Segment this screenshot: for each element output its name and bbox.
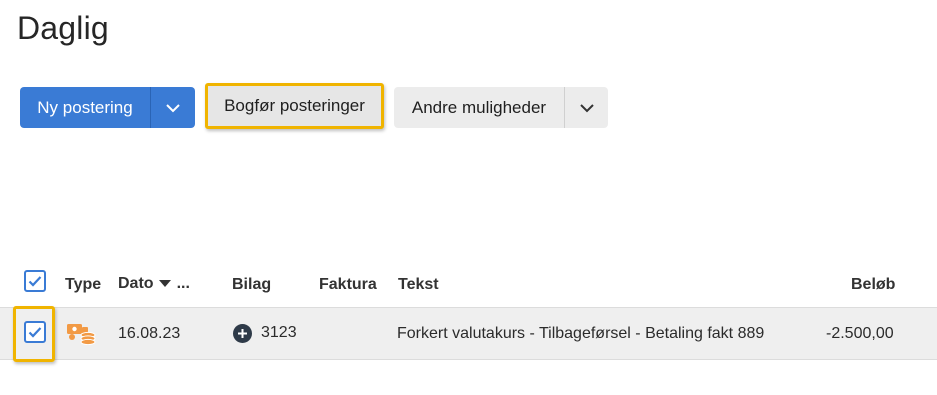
new-entry-split-button: Ny postering bbox=[20, 87, 195, 128]
expand-voucher-icon[interactable] bbox=[233, 324, 252, 343]
page-title: Daglig bbox=[17, 10, 109, 46]
column-header-date-more[interactable]: ... bbox=[177, 275, 190, 293]
currency-exchange-icon bbox=[67, 324, 96, 345]
chevron-down-icon bbox=[579, 103, 594, 112]
row-voucher-link[interactable]: 3123 bbox=[261, 324, 297, 342]
column-header-type[interactable]: Type bbox=[65, 276, 101, 294]
column-header-amount[interactable]: Beløb bbox=[851, 276, 895, 294]
row-amount: -2.500,00 bbox=[826, 325, 894, 342]
more-options-button[interactable]: Andre muligheder bbox=[394, 87, 564, 128]
column-header-invoice[interactable]: Faktura bbox=[319, 276, 377, 294]
column-header-text[interactable]: Tekst bbox=[398, 276, 439, 294]
post-entries-button[interactable]: Bogfør posteringer bbox=[205, 83, 384, 129]
chevron-down-icon bbox=[166, 103, 180, 112]
row-text: Forkert valutakurs - Tilbageførsel - Bet… bbox=[397, 325, 765, 342]
new-entry-dropdown-button[interactable] bbox=[151, 87, 195, 128]
new-entry-button[interactable]: Ny postering bbox=[20, 87, 150, 128]
row-date: 16.08.23 bbox=[118, 325, 181, 342]
more-options-split-button: Andre muligheder bbox=[394, 87, 608, 128]
column-header-date[interactable]: Dato ... bbox=[118, 275, 190, 293]
check-icon bbox=[28, 276, 42, 287]
row-checkbox-highlight bbox=[13, 306, 55, 362]
column-header-voucher[interactable]: Bilag bbox=[232, 276, 271, 294]
select-all-checkbox[interactable] bbox=[24, 270, 46, 292]
more-options-dropdown-button[interactable] bbox=[565, 87, 608, 128]
column-header-date-label: Dato bbox=[118, 275, 154, 292]
sort-descending-icon bbox=[158, 280, 171, 287]
plus-icon bbox=[238, 329, 247, 338]
